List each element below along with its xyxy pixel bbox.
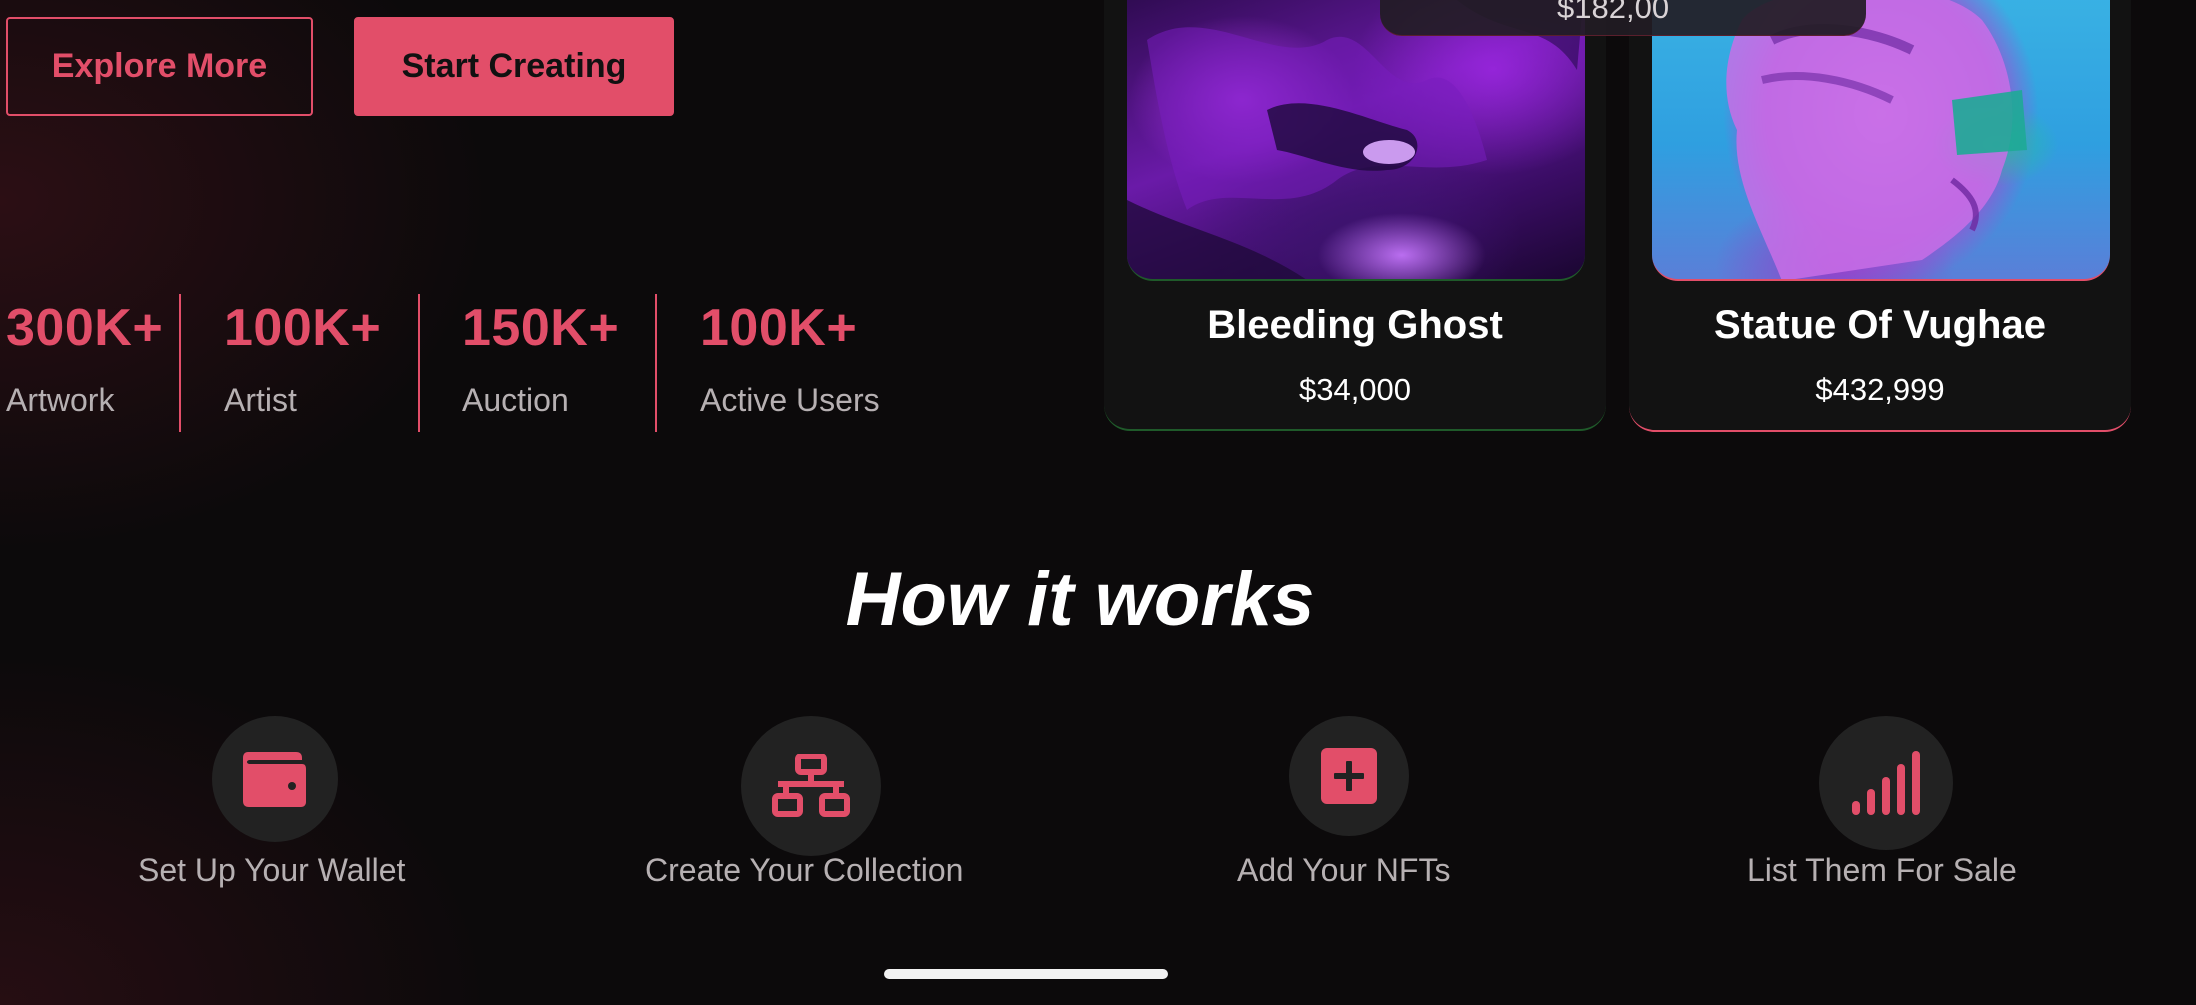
stat-value: 300K+	[6, 299, 164, 357]
explore-more-label: Explore More	[51, 47, 268, 85]
ghost-artwork-svg	[1127, 0, 1584, 279]
step-label: List Them For Sale	[1747, 852, 2017, 888]
how-it-works-title: How it works	[845, 557, 1315, 642]
step-create-collection: Create Your Collection	[645, 716, 979, 896]
nft-card-statue-of-vughae[interactable]: Statue Of Vughae $432,999	[1629, 0, 2131, 432]
step-set-up-wallet: Set Up Your Wallet	[138, 716, 410, 896]
nft-card-price: $432,999	[1815, 372, 1945, 407]
statue-artwork-svg	[1726, 0, 2027, 279]
stat-value: 100K+	[700, 299, 858, 357]
nft-artwork-image	[1652, 0, 2110, 281]
stat-value: 150K+	[462, 299, 620, 357]
network-icon	[772, 754, 850, 817]
stat-divider	[655, 294, 657, 432]
plus-square-icon	[1321, 748, 1377, 804]
step-list-for-sale: List Them For Sale	[1747, 716, 2025, 896]
stat-value: 100K+	[224, 299, 382, 357]
floating-price-badge: $182,00	[1380, 0, 1866, 36]
start-creating-button[interactable]: Start Creating	[354, 17, 674, 116]
wallet-icon-circle	[212, 716, 338, 842]
start-creating-label: Start Creating	[401, 47, 627, 85]
explore-more-button[interactable]: Explore More	[6, 17, 313, 116]
network-icon-circle	[741, 716, 881, 856]
nft-card-price: $34,000	[1298, 372, 1412, 407]
wallet-icon	[243, 752, 306, 807]
stat-label: Artist	[224, 382, 297, 418]
nft-artwork-image	[1127, 0, 1585, 281]
step-label: Set Up Your Wallet	[138, 852, 406, 888]
step-label: Add Your NFTs	[1237, 852, 1451, 888]
signal-bars-icon	[1852, 751, 1920, 815]
signal-bars-icon-circle	[1819, 716, 1953, 850]
plus-square-icon-circle	[1289, 716, 1409, 836]
stat-label: Active Users	[700, 382, 880, 418]
step-label: Create Your Collection	[645, 852, 964, 888]
floating-price-text: $182,00	[1557, 0, 1670, 25]
stat-divider	[418, 294, 420, 432]
stat-divider	[179, 294, 181, 432]
nft-card-bleeding-ghost[interactable]: Bleeding Ghost $34,000	[1104, 0, 1606, 431]
step-add-nfts: Add Your NFTs	[1237, 716, 1461, 896]
home-indicator-bar[interactable]	[884, 969, 1168, 979]
stat-label: Auction	[462, 382, 569, 418]
nft-card-title: Statue Of Vughae	[1714, 303, 2046, 347]
nft-card-title: Bleeding Ghost	[1207, 303, 1503, 347]
stat-label: Artwork	[6, 382, 115, 418]
